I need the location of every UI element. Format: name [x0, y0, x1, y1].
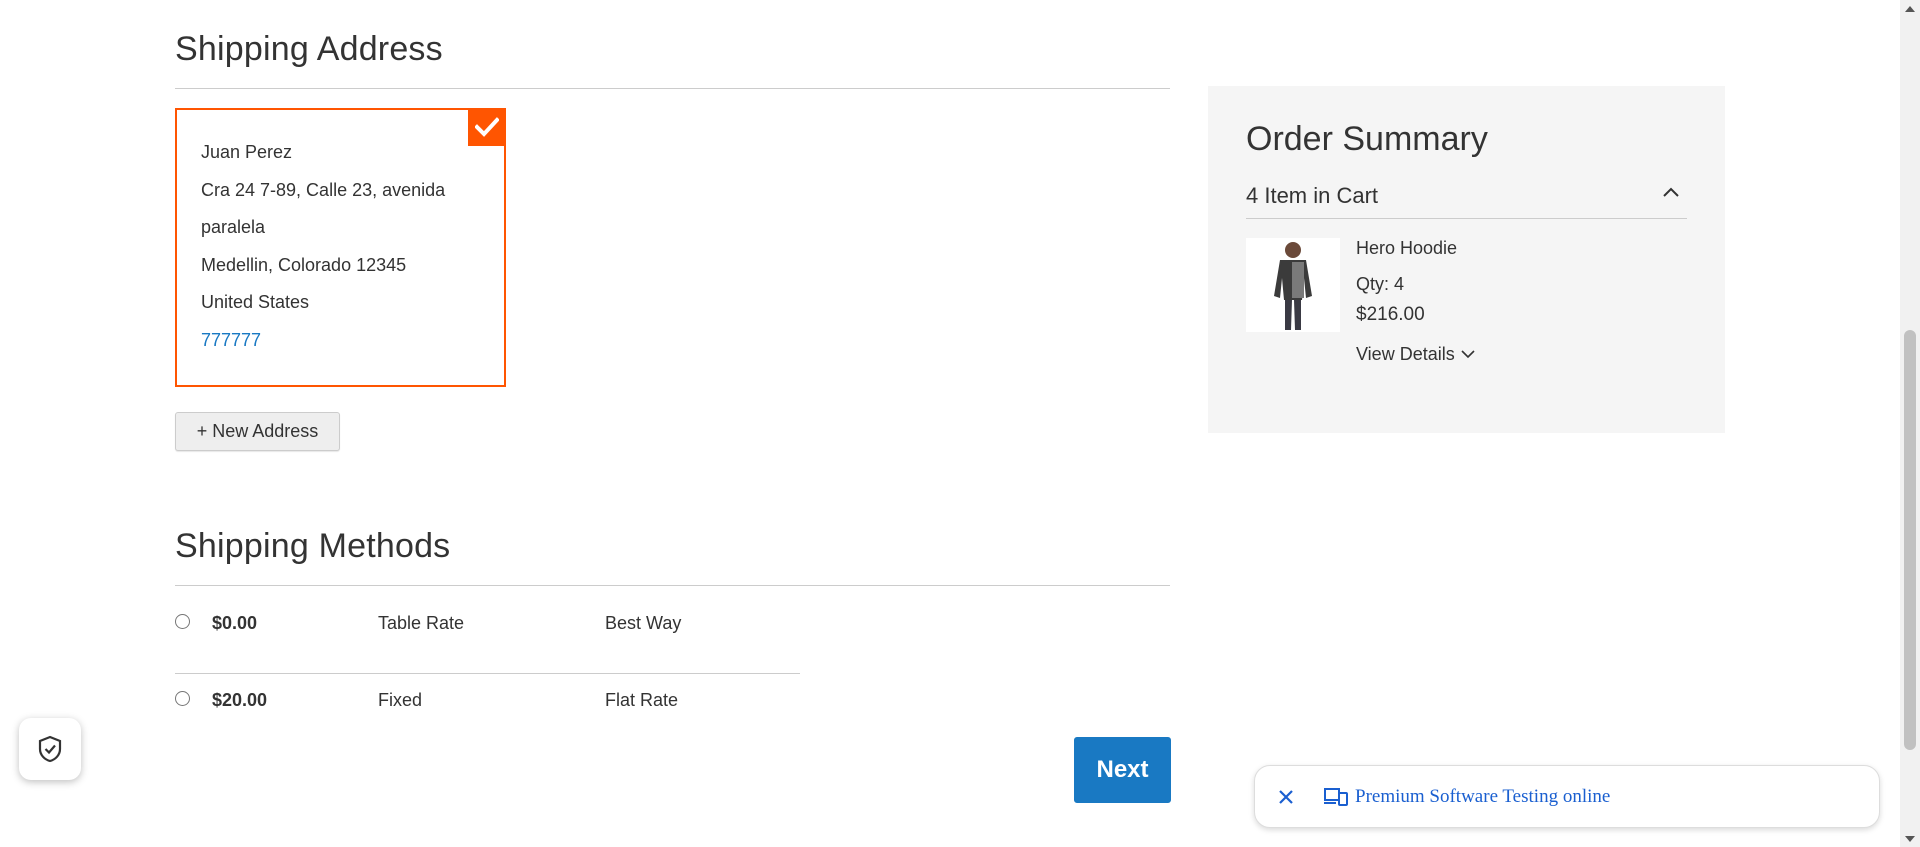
order-summary: Order Summary 4 Item in Cart Hero Hoodie…	[1208, 86, 1725, 433]
cart-item: Hero Hoodie Qty: 4 $216.00 View Details	[1246, 238, 1687, 364]
shipping-method-radio[interactable]	[175, 614, 190, 629]
shipping-methods-rule	[175, 585, 1170, 586]
shipping-method-radio[interactable]	[175, 691, 190, 706]
order-summary-title: Order Summary	[1246, 120, 1488, 158]
shield-check-icon	[38, 735, 62, 763]
hoodie-model-image	[1274, 242, 1312, 330]
address-card-selected[interactable]: Juan Perez Cra 24 7-89, Calle 23, avenid…	[175, 108, 506, 387]
shipping-method-row[interactable]: $0.00 Table Rate Best Way	[175, 597, 800, 673]
selected-badge	[468, 108, 506, 146]
items-in-cart-toggle[interactable]: 4 Item in Cart	[1246, 173, 1687, 219]
shipping-address-title: Shipping Address	[175, 30, 443, 68]
product-price: $216.00	[1356, 304, 1425, 325]
shipping-methods-table: $0.00 Table Rate Best Way $20.00 Fixed F…	[175, 597, 800, 749]
shipping-method-price: $0.00	[212, 613, 258, 633]
promo-link-text[interactable]: Premium Software Testing online	[1355, 786, 1610, 808]
address-street-line2: paralela	[201, 217, 266, 237]
promo-close-button[interactable]	[1271, 782, 1301, 812]
shipping-method-row[interactable]: $20.00 Fixed Flat Rate	[175, 673, 800, 749]
new-address-button[interactable]: + New Address	[175, 412, 340, 451]
product-qty: Qty: 4	[1356, 274, 1405, 294]
triangle-up-icon	[1905, 5, 1915, 12]
scroll-up-arrow[interactable]	[1900, 0, 1920, 17]
shipping-method-price: $20.00	[212, 690, 268, 710]
items-in-cart-count: 4 Item in Cart	[1246, 183, 1379, 208]
privacy-shield-button[interactable]	[19, 718, 81, 780]
devices-icon	[1323, 785, 1349, 809]
scrollbar-thumb[interactable]	[1904, 330, 1916, 750]
checkmark-icon	[475, 117, 499, 137]
shipping-methods-title: Shipping Methods	[175, 527, 451, 565]
shipping-address-rule	[175, 88, 1170, 89]
chevron-down-icon	[1461, 350, 1475, 359]
promo-banner[interactable]: Premium Software Testing online	[1254, 765, 1880, 828]
product-name: Hero Hoodie	[1356, 238, 1458, 258]
scroll-down-arrow[interactable]	[1900, 830, 1920, 847]
product-thumbnail[interactable]	[1246, 238, 1340, 332]
address-name: Juan Perez	[201, 142, 293, 162]
shipping-method-carrier: Fixed	[378, 690, 423, 710]
address-city-region-zip: Medellin, Colorado 12345	[201, 254, 407, 275]
page-scrollbar[interactable]	[1900, 0, 1920, 847]
view-details-label: View Details	[1356, 344, 1455, 364]
shipping-method-name: Flat Rate	[605, 690, 679, 710]
close-icon	[1279, 789, 1293, 804]
chevron-up-icon	[1663, 187, 1679, 197]
shipping-method-carrier: Table Rate	[378, 613, 465, 633]
address-country: United States	[201, 292, 310, 312]
next-button[interactable]: Next	[1074, 737, 1171, 803]
address-phone-link[interactable]: 777777	[201, 322, 480, 360]
shipping-method-name: Best Way	[605, 613, 682, 633]
view-details-toggle[interactable]: View Details	[1356, 344, 1475, 365]
address-street-line1: Cra 24 7-89, Calle 23, avenida	[201, 179, 446, 200]
triangle-down-icon	[1905, 835, 1915, 842]
